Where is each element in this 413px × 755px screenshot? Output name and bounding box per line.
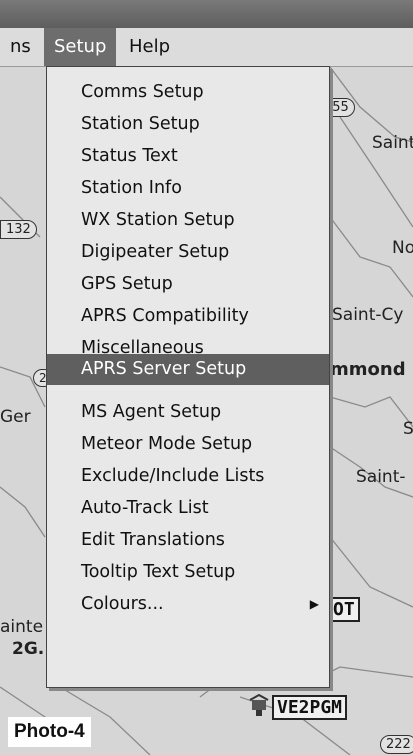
menu-item-aprs-server-setup[interactable]: APRS Server Setup xyxy=(47,354,329,385)
menu-item-meteor-mode-setup[interactable]: Meteor Mode Setup xyxy=(47,429,329,460)
map-label-place: Ger xyxy=(0,407,31,427)
menu-item-ns[interactable]: ns xyxy=(0,28,41,66)
menu-item-auto-track-list[interactable]: Auto-Track List xyxy=(47,493,329,524)
menu-item-comms-setup[interactable]: Comms Setup xyxy=(47,77,329,108)
station-callsign-label[interactable]: OT xyxy=(328,597,360,622)
menu-item-colours-label: Colours... xyxy=(81,594,164,614)
menu-item-station-info[interactable]: Station Info xyxy=(47,173,329,204)
window-titlebar xyxy=(0,0,413,28)
menu-item-aprs-compatibility[interactable]: APRS Compatibility xyxy=(47,301,329,332)
menu-item-exclude-include-lists[interactable]: Exclude/Include Lists xyxy=(47,461,329,492)
menu-item-edit-translations[interactable]: Edit Translations xyxy=(47,525,329,556)
road xyxy=(0,486,46,538)
map-label-place: mmond xyxy=(330,359,406,380)
station-callsign-label[interactable]: VE2PGM xyxy=(272,695,348,720)
map-label-place: No xyxy=(392,238,413,258)
menu-item-tooltip-text-setup[interactable]: Tooltip Text Setup xyxy=(47,557,329,588)
menu-item-setup[interactable]: Setup xyxy=(44,28,117,66)
menu-item-digipeater-setup[interactable]: Digipeater Setup xyxy=(47,237,329,268)
menu-item-ms-agent-setup[interactable]: MS Agent Setup xyxy=(47,397,329,428)
road xyxy=(329,396,413,428)
menu-item-help[interactable]: Help xyxy=(119,28,180,66)
setup-dropdown-menu: Comms Setup Station Setup Status Text St… xyxy=(46,66,330,688)
menu-bar: ns Setup Help xyxy=(0,28,413,67)
route-shield: 222 xyxy=(380,735,413,754)
submenu-arrow-icon: ▶ xyxy=(309,597,319,611)
map-label-place: S xyxy=(403,419,413,439)
menu-item-colours[interactable]: Colours... ▶ xyxy=(47,589,329,620)
menu-item-gps-setup[interactable]: GPS Setup xyxy=(47,269,329,300)
map-label-place: Saint- xyxy=(356,467,406,487)
station-icon[interactable] xyxy=(248,694,270,716)
menu-item-wx-station-setup[interactable]: WX Station Setup xyxy=(47,205,329,236)
menu-item-station-setup[interactable]: Station Setup xyxy=(47,109,329,140)
route-shield: 132 xyxy=(0,220,37,239)
map-label-place: ainte xyxy=(0,617,44,637)
map-label-place: Saint-Cy xyxy=(332,305,404,325)
menu-item-status-text[interactable]: Status Text xyxy=(47,141,329,172)
map-label-place: Saint xyxy=(372,133,413,153)
photo-caption: Photo-4 xyxy=(8,717,91,747)
